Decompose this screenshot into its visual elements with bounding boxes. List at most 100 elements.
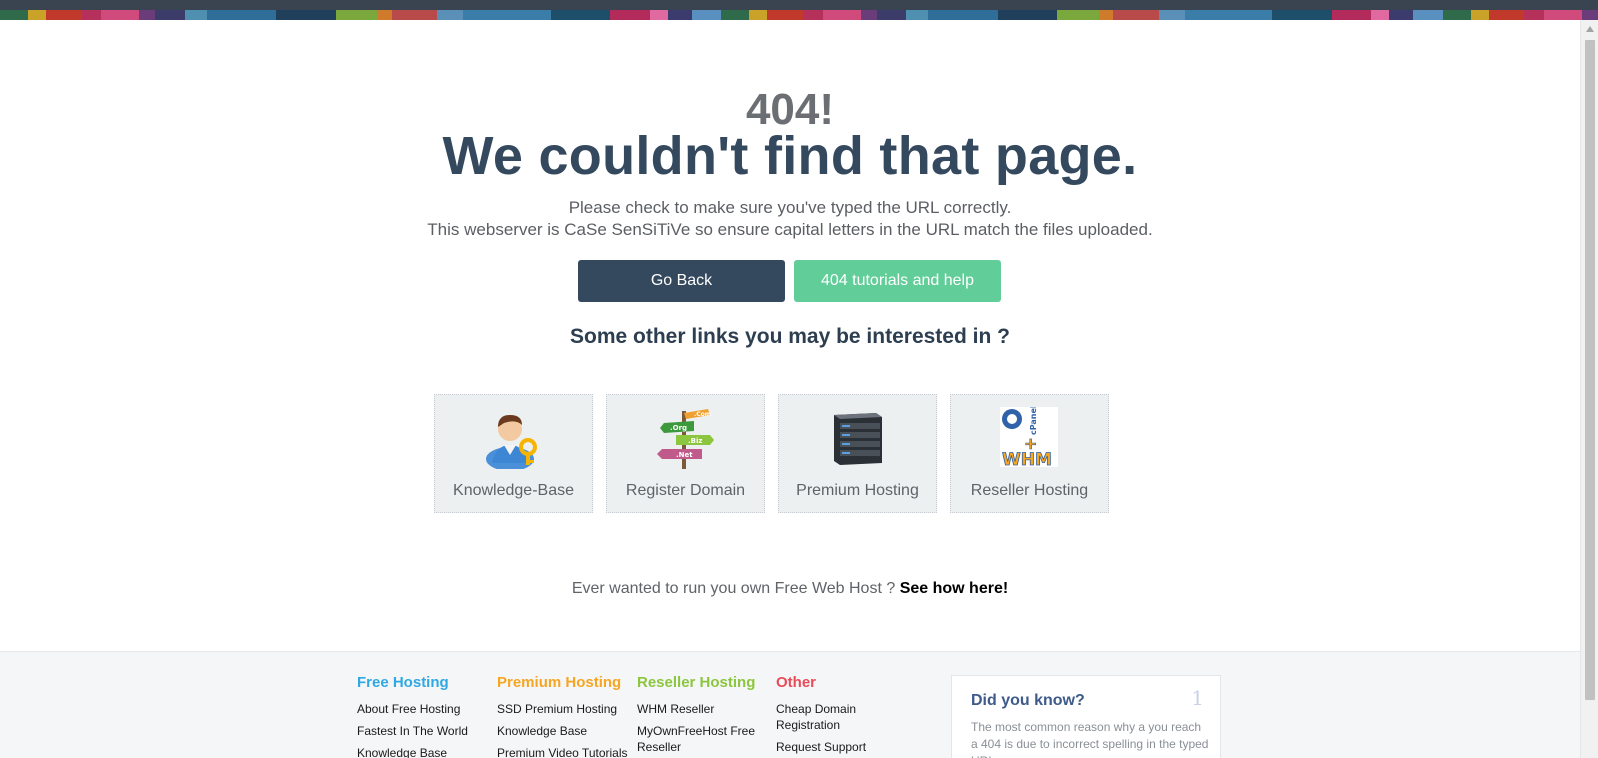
stripe-segment xyxy=(822,10,861,20)
stripe-segment xyxy=(101,10,140,20)
stripe-segment xyxy=(1371,10,1390,20)
tile-reseller-hosting[interactable]: cPanel + WHM Reseller Hosting xyxy=(950,394,1109,513)
footer-heading[interactable]: Premium Hosting xyxy=(497,674,632,691)
did-you-know-card: Did you know? 1 The most common reason w… xyxy=(951,675,1221,758)
footer-link[interactable]: Fastest In The World xyxy=(357,723,487,739)
browser-tab-strip xyxy=(0,0,1598,10)
tile-label: Reseller Hosting xyxy=(970,482,1089,499)
stripe-segment xyxy=(610,10,650,20)
stripe-segment xyxy=(906,10,929,20)
see-how-link[interactable]: See how here! xyxy=(900,580,1008,597)
footer-heading[interactable]: Other xyxy=(776,674,906,691)
footer-link[interactable]: WHM Reseller xyxy=(637,701,767,717)
footer-link[interactable]: Knowledge Base xyxy=(497,723,632,739)
vertical-scrollbar[interactable] xyxy=(1580,20,1598,758)
stripe-segment xyxy=(0,10,28,20)
footer-col-free-hosting: Free Hosting About Free Hosting Fastest … xyxy=(357,674,487,758)
stripe-segment xyxy=(45,10,82,20)
scroll-up-arrow-icon[interactable] xyxy=(1586,26,1594,32)
stripe-segment xyxy=(335,10,378,20)
domain-signpost-icon: .Com .Org .Biz .Net xyxy=(654,407,716,469)
footer-heading[interactable]: Free Hosting xyxy=(357,674,487,691)
footer-link[interactable]: SSD Premium Hosting xyxy=(497,701,632,717)
stripe-segment xyxy=(437,10,464,20)
stripe-segment xyxy=(377,10,392,20)
footer-heading[interactable]: Reseller Hosting xyxy=(637,674,767,691)
did-you-know-text: The most common reason why a you reach a… xyxy=(971,720,1209,758)
go-back-button[interactable]: Go Back xyxy=(578,260,785,302)
links-heading: Some other links you may be interested i… xyxy=(570,325,1010,348)
person-key-icon xyxy=(482,407,544,471)
page-title: We couldn't find that page. xyxy=(442,126,1138,186)
stripe-segment xyxy=(876,10,907,20)
stripe-segment xyxy=(1272,10,1332,20)
footer-link[interactable]: Premium Video Tutorials xyxy=(497,745,632,758)
whm-text: WHM xyxy=(1002,450,1052,469)
stripe-segment xyxy=(27,10,46,20)
stripe-segment xyxy=(749,10,768,20)
stripe-segment xyxy=(802,10,823,20)
tile-label: Premium Hosting xyxy=(796,482,919,499)
stripe-segment xyxy=(206,10,277,20)
stripe-segment xyxy=(1184,10,1273,20)
tutorials-help-button[interactable]: 404 tutorials and help xyxy=(794,260,1001,302)
stripe-segment xyxy=(276,10,336,20)
stripe-segment xyxy=(155,10,185,20)
stripe-segment xyxy=(1442,10,1471,20)
stripe-segment xyxy=(1389,10,1414,20)
tile-label: Knowledge-Base xyxy=(453,482,574,499)
stripe-segment xyxy=(1544,10,1583,20)
stripe-segment xyxy=(1413,10,1443,20)
footer-link[interactable]: Cheap Domain Registration xyxy=(776,701,906,733)
stripe-segment xyxy=(391,10,438,20)
stripe-segment xyxy=(721,10,750,20)
stripe-segment xyxy=(1488,10,1525,20)
scrollbar-thumb[interactable] xyxy=(1585,40,1595,700)
server-icon xyxy=(826,407,888,469)
cpanel-text: cPanel xyxy=(1029,407,1038,435)
footer: Free Hosting About Free Hosting Fastest … xyxy=(0,651,1580,758)
stripe-segment xyxy=(81,10,102,20)
error-message-line-1: Please check to make sure you've typed t… xyxy=(568,198,1012,217)
footer-link[interactable]: About Free Hosting xyxy=(357,701,487,717)
stripe-segment xyxy=(139,10,156,20)
stripe-segment xyxy=(667,10,692,20)
tile-premium-hosting[interactable]: Premium Hosting xyxy=(778,394,937,513)
promo-line: Ever wanted to run you own Free Web Host… xyxy=(0,580,1580,598)
stripe-segment xyxy=(463,10,551,20)
cpanel-whm-icon: cPanel + WHM xyxy=(998,405,1060,470)
stripe-segment xyxy=(649,10,668,20)
stripe-segment xyxy=(1582,10,1598,20)
tile-register-domain[interactable]: .Com .Org .Biz .Net Register Domain xyxy=(606,394,765,513)
error-message-line-2: This webserver is CaSe SenSiTiVe so ensu… xyxy=(427,220,1153,239)
promo-text: Ever wanted to run you own Free Web Host… xyxy=(571,580,896,597)
footer-col-premium-hosting: Premium Hosting SSD Premium Hosting Know… xyxy=(497,674,632,758)
stripe-segment xyxy=(691,10,722,20)
did-you-know-number: 1 xyxy=(1191,686,1204,710)
sign-net: .Net xyxy=(676,451,693,459)
stripe-segment xyxy=(928,10,998,20)
footer-link[interactable]: Request Support xyxy=(776,739,906,755)
sign-com: .Com xyxy=(694,411,711,418)
stripe-segment xyxy=(1524,10,1545,20)
footer-col-other: Other Cheap Domain Registration Request … xyxy=(776,674,906,758)
stripe-segment xyxy=(1099,10,1114,20)
stripe-segment xyxy=(1158,10,1185,20)
tile-knowledge-base[interactable]: Knowledge-Base xyxy=(434,394,593,513)
footer-link[interactable]: MyOwnFreeHost Free Reseller xyxy=(637,723,767,755)
stripe-segment xyxy=(1113,10,1159,20)
sign-biz: .Biz xyxy=(688,437,702,445)
tile-label: Register Domain xyxy=(625,482,746,499)
stripe-segment xyxy=(997,10,1058,20)
stripe-segment xyxy=(1470,10,1489,20)
top-stripe xyxy=(0,0,1598,20)
color-stripe xyxy=(0,10,1598,20)
did-you-know-title: Did you know? xyxy=(971,692,1085,709)
stripe-segment xyxy=(1331,10,1372,20)
stripe-segment xyxy=(860,10,877,20)
stripe-segment xyxy=(184,10,207,20)
footer-col-reseller-hosting: Reseller Hosting WHM Reseller MyOwnFreeH… xyxy=(637,674,767,758)
stripe-segment xyxy=(1057,10,1100,20)
footer-link[interactable]: Knowledge Base xyxy=(357,745,487,758)
sign-org: .Org xyxy=(670,424,687,432)
